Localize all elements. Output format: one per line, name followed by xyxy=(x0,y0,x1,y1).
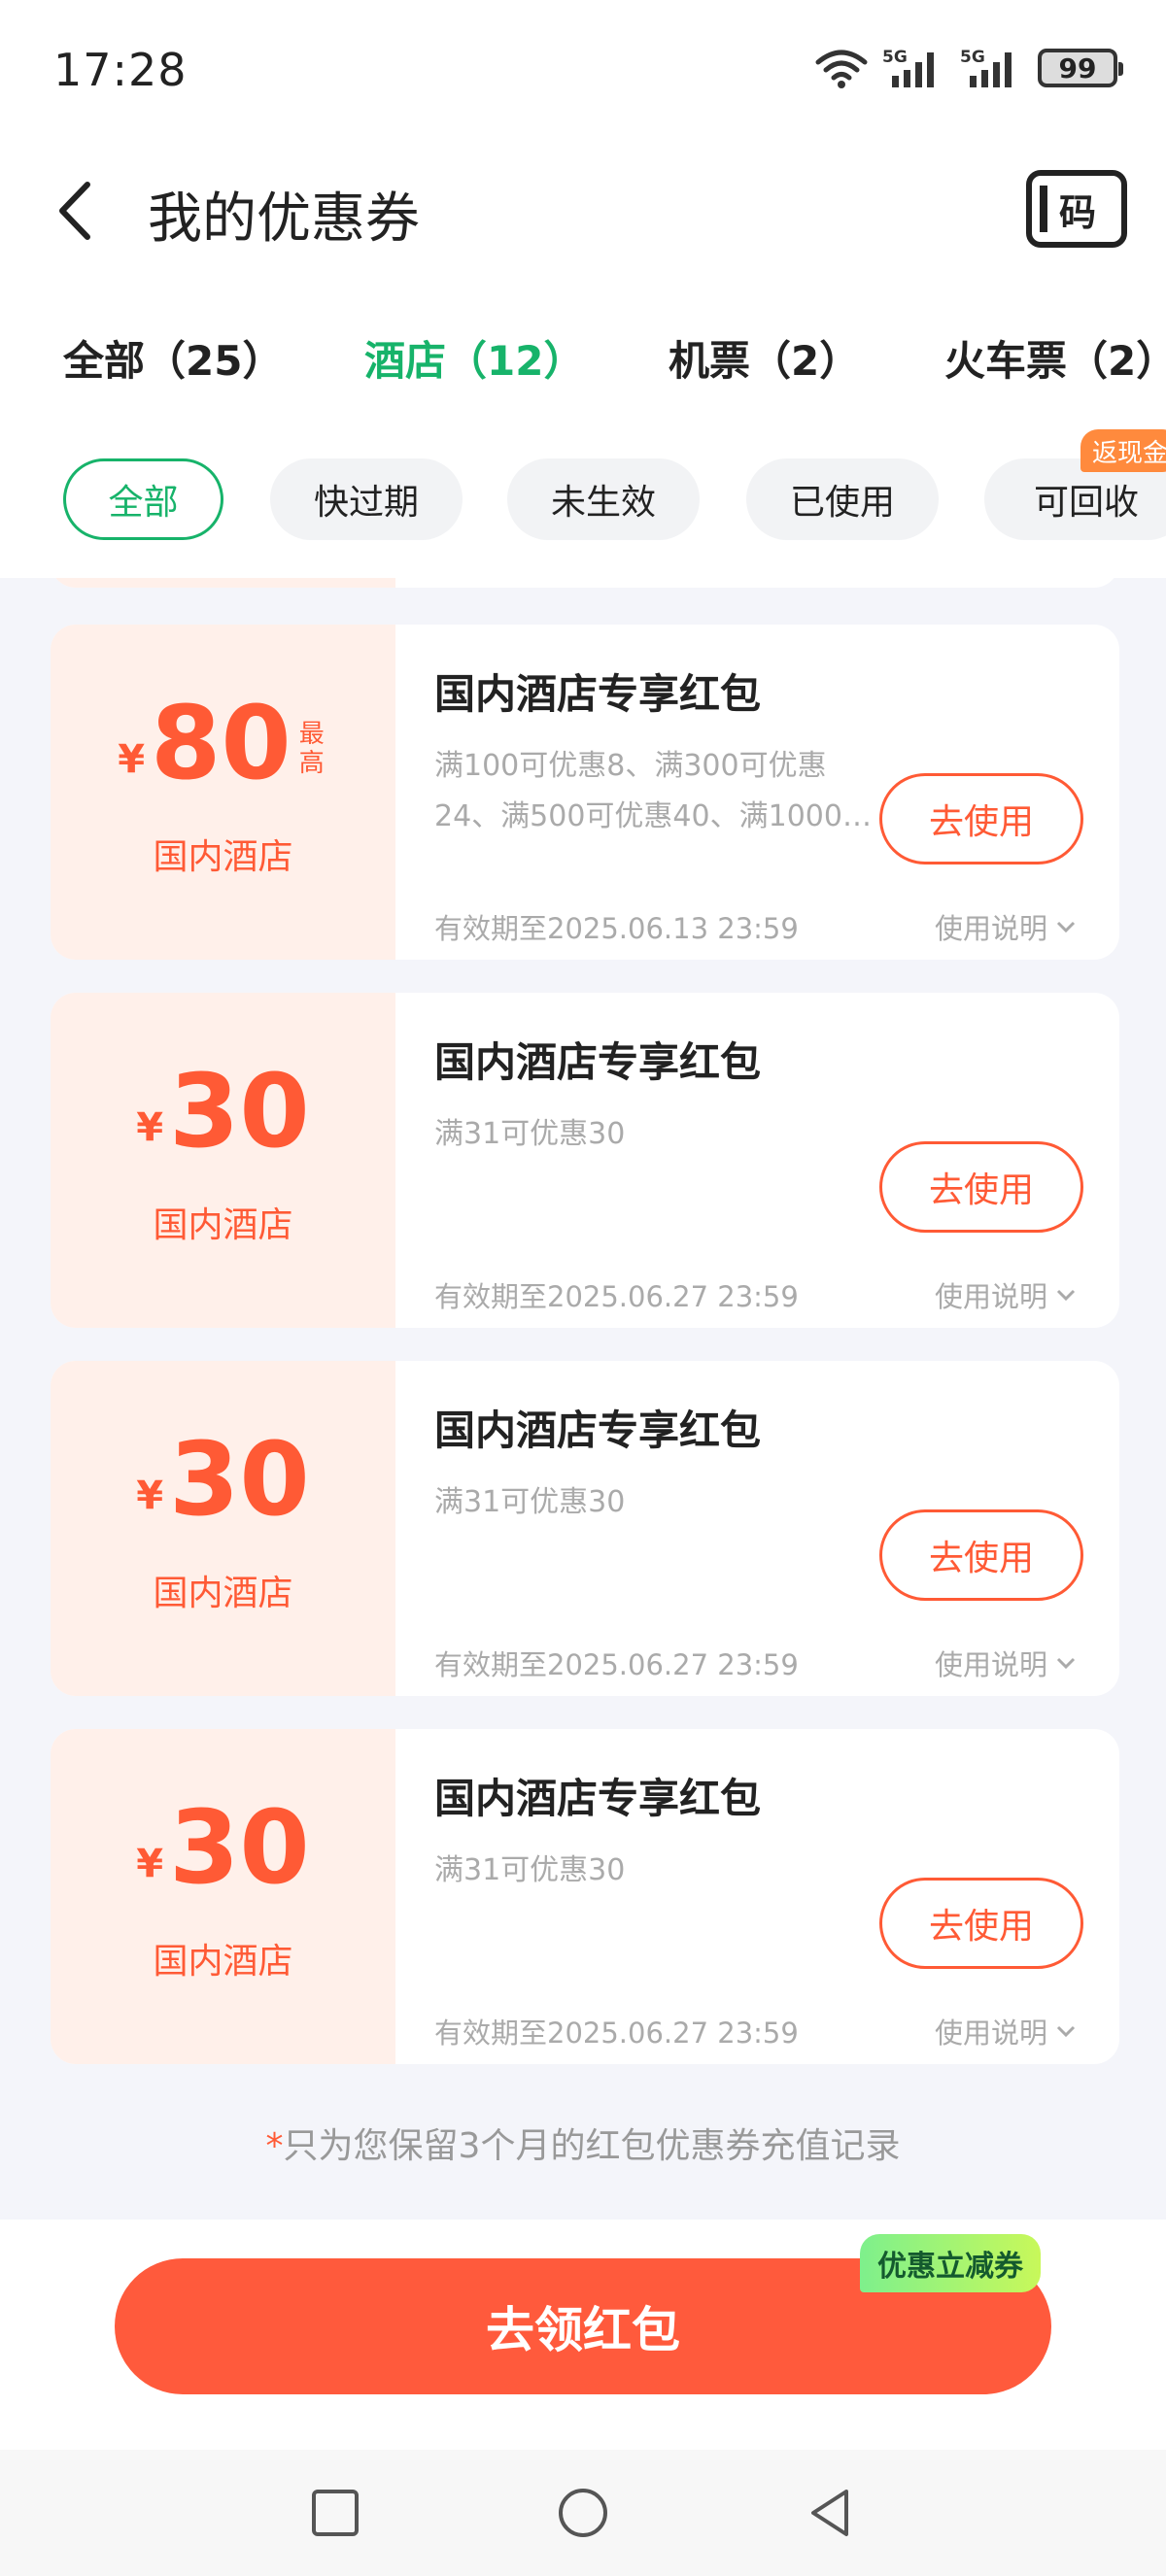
back-icon[interactable] xyxy=(47,177,105,245)
coupon-amount: ¥ 30 xyxy=(51,1052,395,1170)
coupon-desc: 满31可优惠30 xyxy=(434,1485,626,1519)
currency-symbol: ¥ xyxy=(136,1105,164,1150)
coupon-scope: 国内酒店 xyxy=(153,1574,293,1613)
coupon-scope: 国内酒店 xyxy=(153,1205,293,1245)
coupon-title: 国内酒店专享红包 xyxy=(434,670,762,718)
coupon-card: ¥ 30 国内酒店 国内酒店专享红包 满31可优惠30 去使用 有效期至2025… xyxy=(51,1729,1119,2064)
coupon-expiry: 有效期至2025.06.27 23:59 xyxy=(434,1648,799,1681)
coupon-title: 国内酒店专享红包 xyxy=(434,1038,762,1086)
coupon-title: 国内酒店专享红包 xyxy=(434,1775,762,1822)
coupon-value-panel: ¥ 30 国内酒店 xyxy=(51,1729,395,2064)
coupon-expiry: 有效期至2025.06.27 23:59 xyxy=(434,1280,799,1313)
amount-value: 30 xyxy=(169,1052,310,1170)
coupon-card-partial xyxy=(51,578,1119,588)
coupon-desc: 满31可优惠30 xyxy=(434,1853,626,1887)
coupon-desc: 满100可优惠8、满300可优惠24、满500可优惠40、满1000… xyxy=(434,749,872,833)
currency-symbol: ¥ xyxy=(136,1842,164,1886)
chevron-down-icon xyxy=(1056,1657,1076,1670)
coupon-value-panel: ¥ 80 最高 国内酒店 xyxy=(51,625,395,960)
chevron-down-icon xyxy=(1056,2025,1076,2038)
use-button[interactable]: 去使用 xyxy=(879,1141,1083,1233)
filter-used[interactable]: 已使用 xyxy=(746,458,939,540)
system-nav-bar xyxy=(0,2450,1166,2576)
filter-chips: 全部 快过期 未生效 已使用 可回收 返现金 xyxy=(0,418,1166,578)
usage-label: 使用说明 xyxy=(935,2017,1048,2050)
signal-5g-icon: 5G xyxy=(882,48,934,87)
filter-expiring[interactable]: 快过期 xyxy=(270,458,463,540)
nav-circle-icon[interactable] xyxy=(554,2484,612,2542)
coupon-value-panel: ¥ 30 国内酒店 xyxy=(51,1361,395,1696)
coupon-list[interactable]: ¥ 80 最高 国内酒店 国内酒店专享红包 满100可优惠8、满300可优惠24… xyxy=(0,578,1166,2220)
coupon-value-panel: ¥ 30 国内酒店 xyxy=(51,993,395,1328)
usage-label: 使用说明 xyxy=(935,912,1048,945)
status-icons: 5G 5G 99 xyxy=(814,47,1123,89)
use-button[interactable]: 去使用 xyxy=(879,1509,1083,1601)
tab-all[interactable]: 全部（25） xyxy=(63,328,283,388)
coupon-amount: ¥ 30 xyxy=(51,1420,395,1539)
retention-note: *只为您保留3个月的红包优惠券充值记录 xyxy=(0,2118,1166,2168)
use-button[interactable]: 去使用 xyxy=(879,773,1083,864)
header: 我的优惠券 码 xyxy=(0,146,1166,272)
nav-square-icon[interactable] xyxy=(306,2484,364,2542)
currency-symbol: ¥ xyxy=(136,1474,164,1518)
battery-icon: 99 xyxy=(1038,49,1123,87)
amount-value: 80 xyxy=(151,684,292,802)
use-button[interactable]: 去使用 xyxy=(879,1878,1083,1969)
coupon-amount: ¥ 30 xyxy=(51,1788,395,1907)
status-time: 17:28 xyxy=(53,44,188,96)
tab-hotel[interactable]: 酒店（12） xyxy=(364,328,584,388)
wifi-icon xyxy=(815,50,868,88)
usage-instructions-link[interactable]: 使用说明 xyxy=(935,1274,1077,1315)
usage-instructions-link[interactable]: 使用说明 xyxy=(935,1643,1077,1683)
signal-5g-icon: 5G xyxy=(960,48,1012,87)
coupon-scope: 国内酒店 xyxy=(153,837,293,877)
cashback-badge: 返现金 xyxy=(1080,429,1166,472)
amount-value: 30 xyxy=(169,1788,310,1907)
chevron-down-icon xyxy=(1056,1289,1076,1302)
status-bar: 17:28 5G 5G 99 xyxy=(0,0,1166,146)
currency-symbol: ¥ xyxy=(118,737,146,782)
coupon-card: ¥ 30 国内酒店 国内酒店专享红包 满31可优惠30 去使用 有效期至2025… xyxy=(51,993,1119,1328)
svg-text:码: 码 xyxy=(1059,191,1096,234)
svg-text:5G: 5G xyxy=(960,48,985,67)
coupon-scope: 国内酒店 xyxy=(153,1942,293,1982)
page-title: 我的优惠券 xyxy=(148,187,420,251)
note-text: 只为您保留3个月的红包优惠券充值记录 xyxy=(283,2126,901,2166)
coupon-desc: 满31可优惠30 xyxy=(434,1117,626,1151)
barcode-icon[interactable]: 码 xyxy=(1026,170,1127,248)
coupon-expiry: 有效期至2025.06.13 23:59 xyxy=(434,912,799,945)
note-asterisk: * xyxy=(265,2126,284,2166)
coupon-title: 国内酒店专享红包 xyxy=(434,1407,762,1454)
filter-all[interactable]: 全部 xyxy=(63,458,223,540)
coupon-card: ¥ 80 最高 国内酒店 国内酒店专享红包 满100可优惠8、满300可优惠24… xyxy=(51,625,1119,960)
coupon-amount: ¥ 80 最高 xyxy=(51,684,395,802)
chevron-down-icon xyxy=(1056,921,1076,933)
usage-label: 使用说明 xyxy=(935,1280,1048,1313)
tab-train[interactable]: 火车票（2） xyxy=(944,328,1166,388)
bottom-action-bar: 去领红包 优惠立减券 xyxy=(0,2220,1166,2450)
tab-flight[interactable]: 机票（2） xyxy=(669,328,860,388)
filter-not-active[interactable]: 未生效 xyxy=(507,458,700,540)
usage-instructions-link[interactable]: 使用说明 xyxy=(935,2011,1077,2051)
amount-value: 30 xyxy=(169,1420,310,1539)
max-tag: 最高 xyxy=(298,720,325,778)
category-tabs: 全部（25） 酒店（12） 机票（2） 火车票（2） xyxy=(0,272,1166,437)
nav-back-icon[interactable] xyxy=(802,2484,860,2542)
coupon-card: ¥ 30 国内酒店 国内酒店专享红包 满31可优惠30 去使用 有效期至2025… xyxy=(51,1361,1119,1696)
usage-label: 使用说明 xyxy=(935,1648,1048,1681)
discount-badge: 优惠立减券 xyxy=(860,2234,1041,2292)
coupon-expiry: 有效期至2025.06.27 23:59 xyxy=(434,2017,799,2050)
svg-text:5G: 5G xyxy=(882,48,908,67)
usage-instructions-link[interactable]: 使用说明 xyxy=(935,906,1077,947)
